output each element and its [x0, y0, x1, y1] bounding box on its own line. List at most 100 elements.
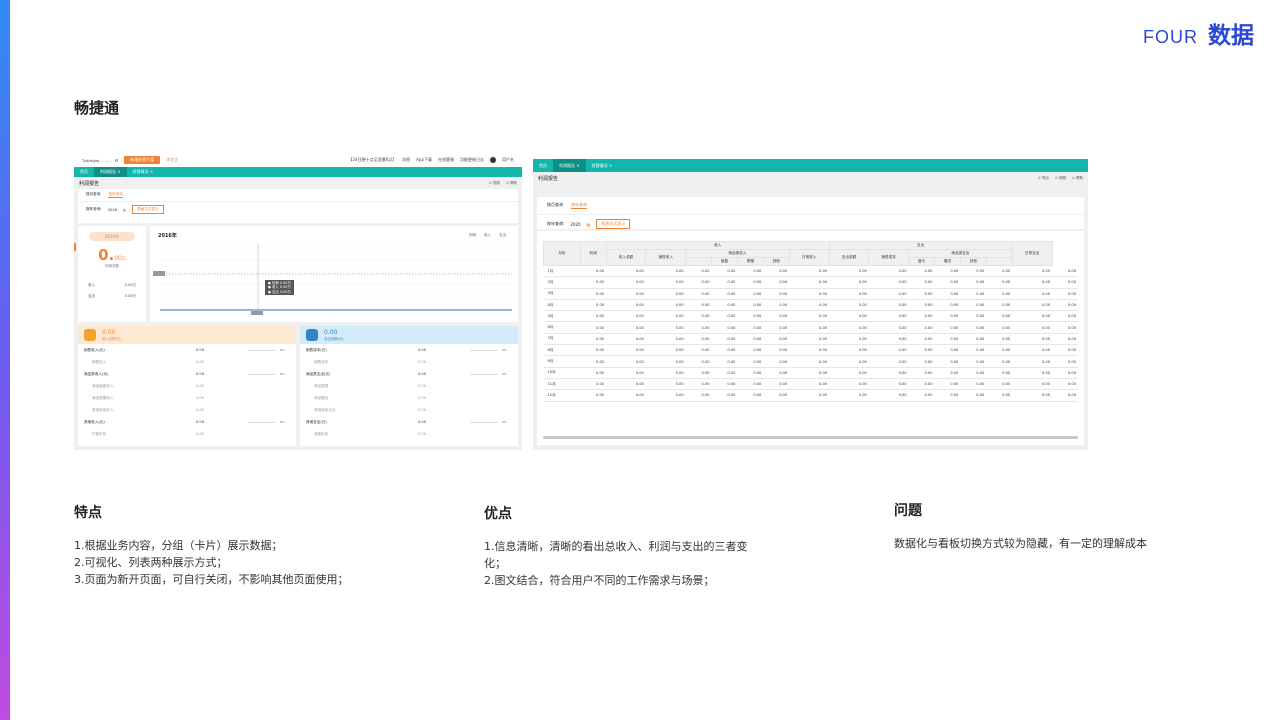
- value-cell: 0.00: [1052, 378, 1078, 391]
- value-cell: 0.00: [763, 265, 790, 278]
- topbar-link[interactable]: 本位企: [166, 157, 178, 163]
- tab-home[interactable]: 首页: [533, 159, 553, 172]
- value-cell: 0.00: [737, 288, 764, 300]
- value-cell: 0.00: [960, 310, 987, 323]
- value-cell: 0.00: [829, 333, 869, 346]
- new-plan-button[interactable]: 新增经营方案: [124, 156, 161, 164]
- value-cell: 0.00: [934, 333, 961, 346]
- value-cell: 0.00: [645, 288, 686, 300]
- value-cell: 0.00: [1052, 333, 1078, 346]
- tab-by-month[interactable]: 按月查询: [547, 202, 563, 209]
- month-cell: 9月: [543, 355, 581, 368]
- value-cell: 0.00: [711, 378, 738, 391]
- problems-section: 问题 数据化与看板切换方式较为隐藏，有一定的理解成本: [894, 500, 1194, 552]
- value-cell: 0.00: [960, 276, 987, 289]
- row-value: 0.00: [195, 420, 204, 424]
- message-item[interactable]: 消息: [402, 157, 410, 163]
- value-cell: 0.00: [934, 265, 961, 278]
- tab-profit-report[interactable]: 利润报告 ×: [553, 159, 586, 172]
- tab-business-status[interactable]: 经营情况 ×: [586, 159, 619, 172]
- help-link[interactable]: ⊙ 帮助: [506, 181, 517, 186]
- legend-expense[interactable]: 支出: [499, 233, 506, 238]
- features-item: 2.可视化、列表两种展示方式；: [74, 556, 228, 569]
- value-cell: 0.00: [1012, 299, 1052, 312]
- value-cell: 0.00: [829, 389, 869, 402]
- value-cell: 0.00: [580, 310, 607, 323]
- value-cell: 0.00: [606, 299, 646, 312]
- tab-by-year[interactable]: 按年查询: [108, 192, 123, 198]
- left-accent-bar: [0, 0, 10, 720]
- row-name: 付款折扣: [92, 431, 107, 436]
- header-goods-expense: 商品类支出: [908, 249, 1013, 258]
- year-pill: 2016年: [89, 232, 135, 241]
- online-service-item[interactable]: 在线客服: [438, 157, 454, 163]
- row-value: 0.00: [417, 408, 426, 412]
- value-cell: 0.00: [580, 378, 607, 391]
- app-download-item[interactable]: App下载: [416, 157, 432, 163]
- chart-view-button[interactable]: 图表方式显示: [596, 219, 631, 229]
- panel-row: 销售收入 0.00: [78, 356, 296, 368]
- header-daily-expense: 日常支出: [1011, 241, 1053, 266]
- value-cell: 0.00: [1052, 321, 1078, 334]
- chart-tooltip: ● 利润 0.00万 ● 收入 0.00万 ● 支出 0.00万: [265, 280, 294, 296]
- value-cell: 0.00: [580, 299, 607, 312]
- value-cell: 0.00: [960, 299, 987, 312]
- value-cell: 0.00: [645, 310, 686, 323]
- chevron-down-icon[interactable]: ⌄: [105, 158, 108, 163]
- value-cell: 0.00: [1052, 367, 1078, 379]
- export-link[interactable]: ⊙ 导出: [1038, 176, 1049, 181]
- value-cell: 0.00: [1012, 321, 1052, 334]
- tab-by-month[interactable]: 按月查询: [86, 192, 100, 198]
- horizontal-scrollbar[interactable]: [543, 436, 1078, 439]
- video-link[interactable]: ⊙ 视频: [1055, 176, 1066, 181]
- value-cell: 0.00: [960, 367, 987, 379]
- table-view-button[interactable]: 表格方式显示: [132, 205, 164, 214]
- legend-income[interactable]: 收入: [484, 233, 491, 238]
- value-cell: 0.00: [711, 288, 738, 300]
- features-item: 1.根据业务内容，分组（卡片）展示数据；: [74, 539, 283, 552]
- progress-bar: [470, 373, 498, 375]
- gear-icon[interactable]: ⚙: [115, 158, 119, 163]
- year-select[interactable]: 2020: [570, 222, 580, 227]
- tab-profit-report[interactable]: 利润报告 ×: [94, 167, 127, 177]
- topbar: Tplink(tw) ⌄ ⚙ 新增经营方案 本位企 【24日晚十点至凌晨6点】 …: [74, 153, 522, 167]
- row-percent: 0%: [280, 348, 285, 352]
- page-title: 利润报告: [538, 175, 559, 182]
- legend-profit[interactable]: 利润: [469, 233, 476, 238]
- row-value: 0.00: [417, 348, 426, 352]
- value-cell: 0.00: [645, 378, 686, 391]
- value-cell: 0.00: [908, 367, 935, 379]
- value-cell: 0.00: [829, 299, 869, 312]
- calendar-icon[interactable]: ▦: [587, 222, 591, 227]
- year-select[interactable]: 2016: [108, 208, 117, 212]
- tab-home[interactable]: 首页: [74, 167, 94, 177]
- value-cell: 0.00: [685, 299, 712, 312]
- value-cell: 0.00: [645, 299, 686, 312]
- drag-handle[interactable]: [74, 243, 76, 251]
- screenshot-chart-view: Tplink(tw) ⌄ ⚙ 新增经营方案 本位企 【24日晚十点至凌晨6点】 …: [74, 153, 522, 450]
- value-cell: 0.00: [789, 344, 830, 357]
- progress-bar: [248, 421, 276, 423]
- user-name[interactable]: 用户名: [502, 157, 514, 163]
- changelog-item[interactable]: 功能更新日志: [460, 157, 484, 163]
- value-cell: 0.00: [908, 288, 935, 300]
- tab-business-status[interactable]: 经营情况 ×: [127, 167, 160, 177]
- row-name: 商品受赠收入: [92, 395, 114, 400]
- row-value: 0.00: [195, 408, 204, 412]
- value-cell: 0.00: [908, 276, 935, 289]
- calendar-icon[interactable]: ▦: [123, 208, 126, 212]
- advantages-item: 2.图文结合，符合用户不同的工作需求与场景；: [484, 574, 715, 587]
- notice-item[interactable]: 【24日晚十点至凌晨6点】: [349, 157, 397, 163]
- tab-by-year[interactable]: 按年查询: [571, 202, 587, 209]
- value-cell: 0.00: [645, 265, 686, 278]
- value-cell: 0.00: [580, 344, 607, 357]
- value-cell: 0.00: [737, 344, 764, 357]
- month-cell: 3月: [543, 288, 581, 300]
- avatar[interactable]: [490, 157, 496, 163]
- help-link[interactable]: ⊙ 帮助: [1072, 176, 1083, 181]
- company-name[interactable]: Tplink(tw): [82, 158, 99, 163]
- panel-row: 销售收入(元) 0.00 0%: [78, 344, 296, 356]
- video-link[interactable]: ⊙ 视频: [489, 181, 500, 186]
- panel-row: 销售成本 0.00: [300, 356, 518, 368]
- header-sales-income: 销售收入: [645, 249, 687, 266]
